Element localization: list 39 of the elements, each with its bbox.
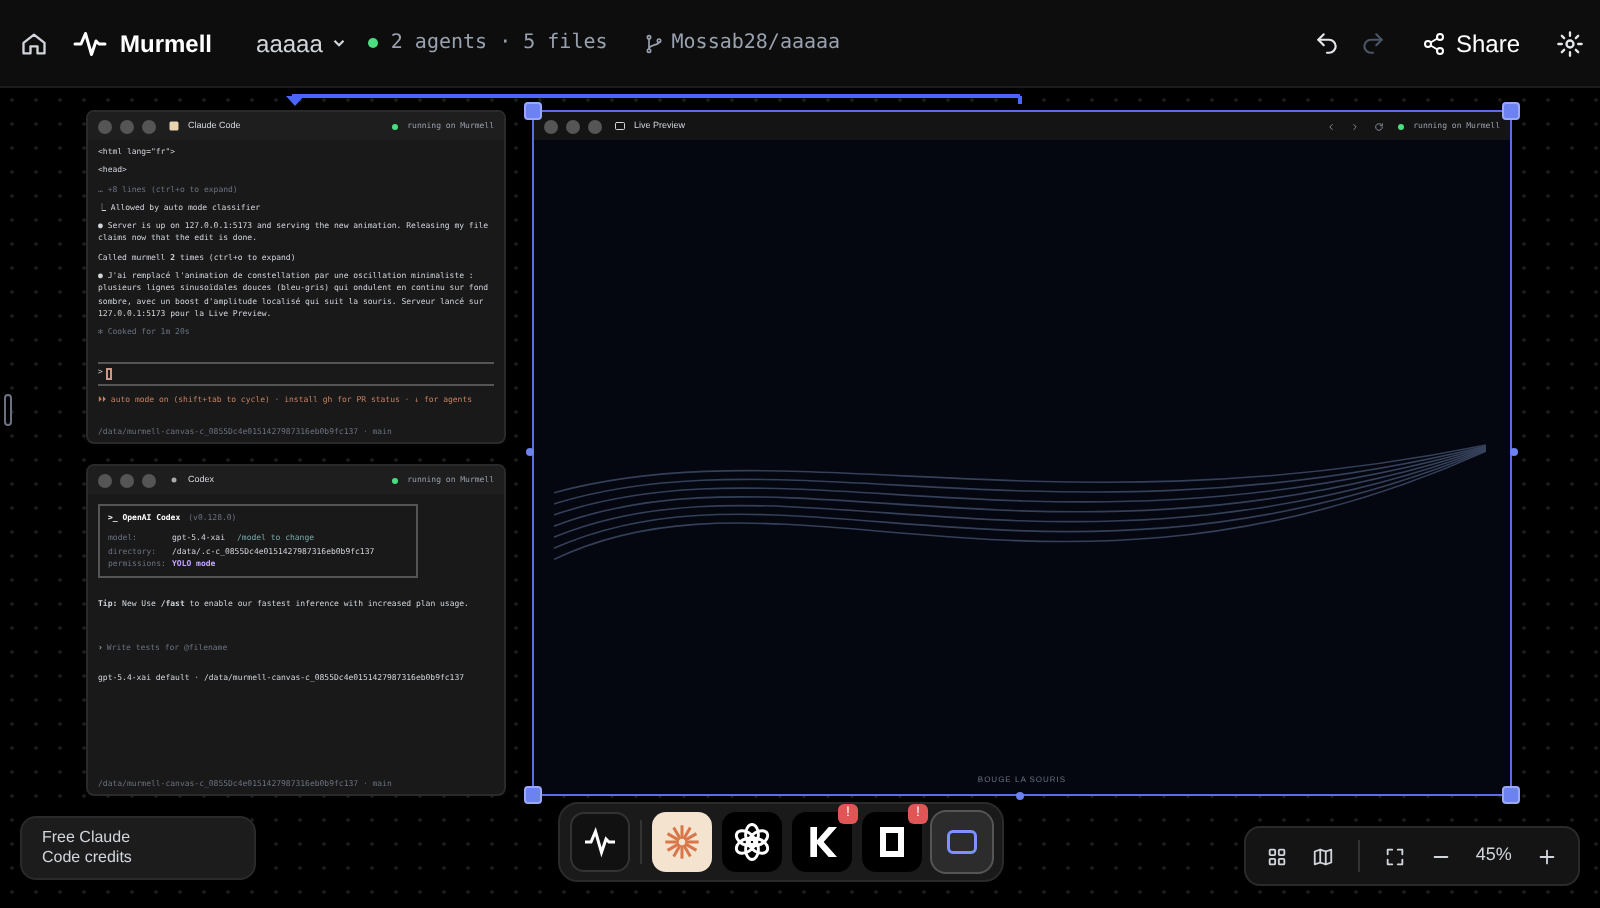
zoom-level: 45% [1475,842,1512,869]
map-icon[interactable] [1311,845,1334,867]
forward-icon[interactable] [1349,121,1360,131]
dock-app-button[interactable] [652,812,712,872]
app-icon [582,824,618,860]
undo-icon[interactable] [1313,30,1340,56]
grid-icon[interactable] [1265,845,1288,867]
back-icon[interactable] [1325,121,1336,131]
agents-status: 2 agents · 5 files [390,30,608,58]
reload-icon[interactable] [1373,121,1384,131]
repo-name: Mossab28/aaaaa [671,30,841,58]
resize-handle[interactable] [524,786,542,804]
settings-icon[interactable] [1556,29,1584,57]
share-button[interactable]: Share [1421,25,1520,61]
promo-card[interactable]: Free Claude Code credits [20,816,256,880]
chevron-down-icon [330,34,349,52]
resize-handle[interactable] [1510,448,1518,456]
dot-icon [168,474,180,486]
window-icon [614,120,626,132]
resize-handle[interactable] [1502,102,1520,120]
dock-app-button[interactable] [570,812,630,872]
branch-icon [643,33,664,53]
resize-handle[interactable] [526,448,534,456]
dock-app-button[interactable] [722,812,782,872]
app-icon [168,120,180,132]
knot-icon [730,820,774,864]
resize-handle[interactable] [1016,792,1024,800]
sunburst-icon [662,822,702,862]
window-icon [944,824,980,860]
zoom-in-icon[interactable] [1535,845,1558,867]
share-icon [1421,31,1446,55]
resize-handle[interactable] [524,102,542,120]
fullscreen-icon[interactable] [1383,845,1406,867]
document-icon [874,822,910,862]
resize-handle[interactable] [1502,786,1520,804]
side-handle[interactable] [4,394,12,426]
home-icon[interactable] [20,29,48,57]
app-name: Murmell [120,27,213,61]
workspace-dropdown[interactable]: aaaaa [256,25,349,61]
